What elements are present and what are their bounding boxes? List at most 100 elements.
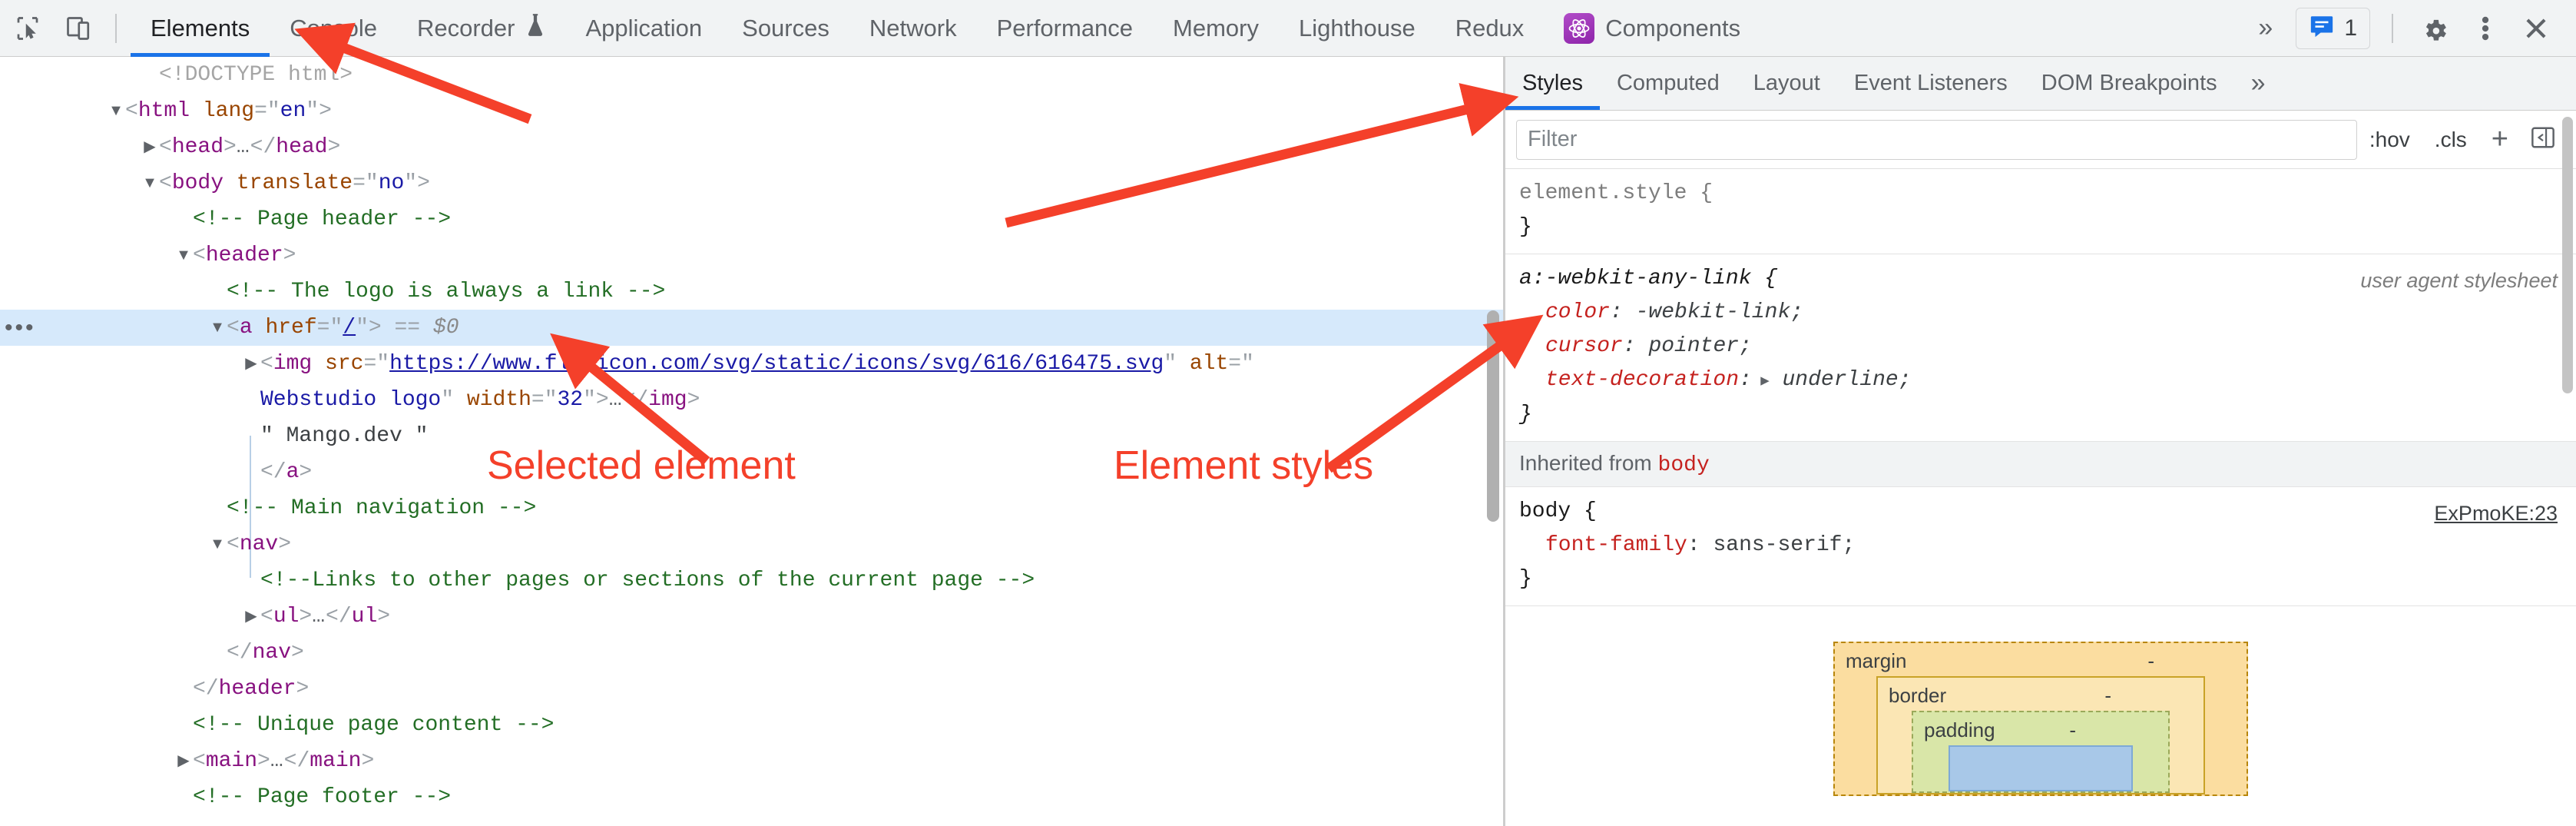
- tab-computed[interactable]: Computed: [1600, 57, 1737, 110]
- device-toolbar-icon[interactable]: [55, 5, 101, 51]
- tab-performance[interactable]: Performance: [977, 0, 1153, 57]
- disclosure-triangle-icon[interactable]: ▶: [242, 346, 260, 382]
- inspect-element-icon[interactable]: [5, 5, 51, 51]
- disclosure-triangle-icon[interactable]: ▶: [242, 599, 260, 635]
- new-style-rule-button[interactable]: +: [2479, 123, 2521, 156]
- dom-tree-row[interactable]: <!-- Unique page content -->: [0, 707, 1505, 743]
- dom-tree-row[interactable]: ▶ <head>…</head>: [0, 129, 1505, 165]
- more-options-icon[interactable]: [2462, 5, 2508, 51]
- styles-filter-input[interactable]: [1516, 119, 2357, 160]
- tab-elements-label: Elements: [151, 14, 250, 41]
- dom-row-markup: <!DOCTYPE html>: [159, 57, 353, 93]
- token-brk: >: [291, 641, 304, 665]
- dom-tree-row[interactable]: <!-- Page footer -->: [0, 779, 1505, 815]
- tab-dom-breakpoints[interactable]: DOM Breakpoints: [2025, 57, 2234, 110]
- disclosure-triangle-icon[interactable]: ▼: [107, 93, 125, 129]
- dom-tree-row[interactable]: ▼ <body translate="no">: [0, 165, 1505, 201]
- console-messages-badge[interactable]: 1: [2296, 7, 2370, 49]
- disclosure-triangle-icon[interactable]: ▼: [174, 237, 193, 274]
- dom-tree-row-selected[interactable]: ••• ▼ <a href="/"> == $0: [0, 310, 1505, 346]
- dom-row-markup: <a href="/"> == $0: [227, 310, 459, 346]
- css-property-name[interactable]: text-decoration: [1545, 368, 1739, 392]
- tab-memory[interactable]: Memory: [1153, 0, 1279, 57]
- box-model-padding-value[interactable]: -: [2069, 718, 2168, 742]
- tab-sources[interactable]: Sources: [722, 0, 849, 57]
- box-model-margin-value[interactable]: -: [2147, 649, 2247, 673]
- token-brk: </: [326, 605, 352, 629]
- dom-tree-row[interactable]: Webstudio logo" width="32">…</img>: [0, 382, 1505, 418]
- tab-network[interactable]: Network: [849, 0, 977, 57]
- token-txt: " Mango.dev ": [260, 424, 429, 448]
- token-brk: </: [250, 135, 276, 159]
- element-classes-button[interactable]: .cls: [2422, 128, 2479, 152]
- css-property-value[interactable]: underline;: [1770, 368, 1912, 392]
- token-tag: html: [137, 99, 190, 123]
- css-property-name[interactable]: color: [1545, 300, 1610, 324]
- inherited-element-link[interactable]: body: [1658, 453, 1710, 477]
- css-rule-1-declaration[interactable]: cursor: pointer;: [1519, 330, 2576, 363]
- css-property-name[interactable]: font-family: [1545, 533, 1687, 557]
- dom-tree-scrollbar[interactable]: [1487, 310, 1499, 522]
- box-model-border-value[interactable]: -: [2104, 684, 2204, 708]
- inherited-css-rule: body {ExPmoKE:23 font-family: sans-serif;…: [1505, 487, 2576, 606]
- dom-tree-row[interactable]: ▶ <ul>…</ul>: [0, 599, 1505, 635]
- dom-tree-row[interactable]: ▼ <nav>: [0, 526, 1505, 562]
- tab-styles[interactable]: Styles: [1505, 57, 1600, 110]
- tab-elements[interactable]: Elements: [131, 0, 270, 57]
- close-icon[interactable]: [2513, 5, 2559, 51]
- disclosure-triangle-icon[interactable]: ▼: [141, 165, 159, 201]
- dom-tree-row[interactable]: <!-- Page header -->: [0, 201, 1505, 237]
- styles-scrollbar[interactable]: [2562, 117, 2573, 393]
- pseudo-state-button[interactable]: :hov: [2357, 128, 2422, 152]
- dom-tree-row[interactable]: ▼ <html lang="en">: [0, 93, 1505, 129]
- styles-tabs-overflow-icon[interactable]: »: [2234, 57, 2283, 110]
- tabs-overflow-icon[interactable]: »: [2243, 13, 2288, 43]
- tab-redux[interactable]: Redux: [1435, 0, 1545, 57]
- dom-tree-row[interactable]: <!--Links to other pages or sections of …: [0, 562, 1505, 599]
- disclosure-triangle-icon[interactable]: ▶: [174, 743, 193, 779]
- dom-row-overflow-badge[interactable]: •••: [5, 310, 36, 346]
- css-value-expand-icon[interactable]: ▶: [1752, 373, 1769, 390]
- dom-tree-row[interactable]: <!-- Main navigation -->: [0, 490, 1505, 526]
- disclosure-triangle-icon[interactable]: ▼: [208, 310, 227, 346]
- token-brk: ">: [404, 171, 430, 195]
- dom-tree-row[interactable]: ▶ <img src="https://www.flaticon.com/svg/…: [0, 346, 1505, 382]
- box-model-margin-label: margin: [1846, 649, 1907, 672]
- css-rule-0-selector[interactable]: element.style {: [1519, 177, 2576, 211]
- gear-icon[interactable]: [2412, 5, 2458, 51]
- tab-event-listeners[interactable]: Event Listeners: [1837, 57, 2025, 110]
- dom-tree-row[interactable]: </header>: [0, 671, 1505, 707]
- disclosure-triangle-icon[interactable]: ▶: [141, 129, 159, 165]
- dom-tree-row[interactable]: ▶ <main>…</main>: [0, 743, 1505, 779]
- css-property-value[interactable]: sans-serif;: [1700, 533, 1855, 557]
- toggle-sidebar-icon[interactable]: [2521, 126, 2565, 153]
- css-rule-inherited-body-declaration[interactable]: font-family: sans-serif;: [1519, 529, 2576, 562]
- dom-tree-row[interactable]: </nav>: [0, 635, 1505, 671]
- dom-tree-row[interactable]: ▼ <header>: [0, 237, 1505, 274]
- react-icon: [1564, 12, 1595, 44]
- tab-recorder[interactable]: Recorder: [397, 0, 566, 57]
- tab-console[interactable]: Console: [270, 0, 397, 57]
- dom-tree-panel[interactable]: <!DOCTYPE html> ▼ <html lang="en"> ▶ <head>……: [0, 57, 1505, 826]
- css-property-value[interactable]: pointer;: [1636, 334, 1751, 358]
- dom-tree-row[interactable]: <!-- The logo is always a link -->: [0, 274, 1505, 310]
- token-link[interactable]: /: [343, 316, 356, 340]
- token-link[interactable]: https://www.flaticon.com/svg/static/icon…: [389, 352, 1164, 376]
- css-property-name[interactable]: cursor: [1545, 334, 1623, 358]
- dom-tree-row[interactable]: <!DOCTYPE html>: [0, 57, 1505, 93]
- css-rule-inherited-body-source-link[interactable]: ExPmoKE:23: [2434, 496, 2558, 530]
- css-rule-1-declaration[interactable]: text-decoration: ▶ underline;: [1519, 363, 2576, 398]
- token-attr: width: [466, 388, 531, 412]
- css-property-value[interactable]: -webkit-link;: [1623, 300, 1803, 324]
- tab-lighthouse[interactable]: Lighthouse: [1279, 0, 1435, 57]
- css-rule-1-declaration[interactable]: color: -webkit-link;: [1519, 296, 2576, 330]
- tab-application[interactable]: Application: [565, 0, 722, 57]
- css-rule-inherited-body-selector[interactable]: body {: [1519, 495, 2576, 529]
- tab-layout[interactable]: Layout: [1737, 57, 1837, 110]
- tab-components[interactable]: Components: [1544, 0, 1760, 57]
- styles-overflow-glyph: »: [2250, 68, 2266, 98]
- token-brk: ">: [583, 388, 609, 412]
- token-tag: ul: [351, 605, 378, 629]
- disclosure-triangle-icon[interactable]: ▼: [208, 526, 227, 562]
